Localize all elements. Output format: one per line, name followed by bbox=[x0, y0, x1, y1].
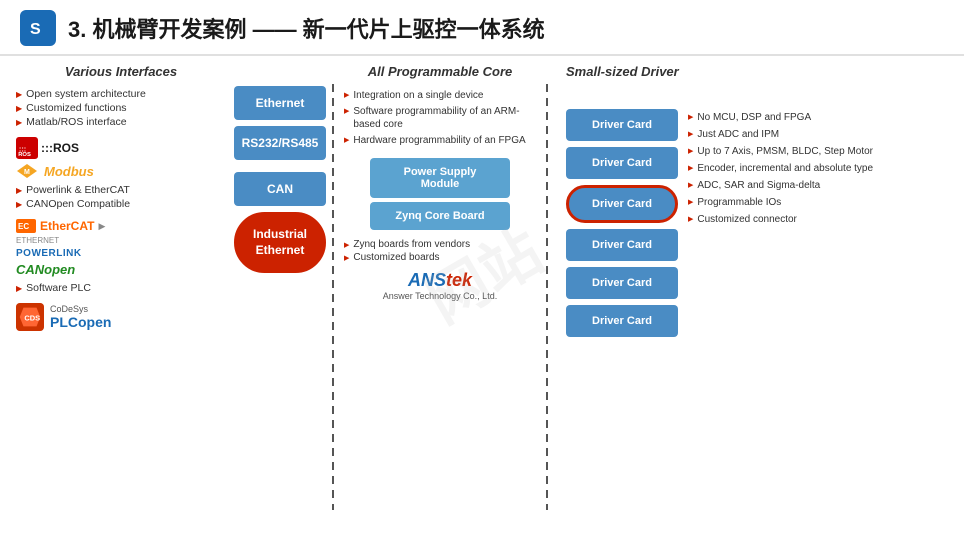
codesys-wrap: CDS CoDeSys PLCopen bbox=[16, 303, 226, 331]
prog-feature-item: Integration on a single device bbox=[344, 87, 536, 103]
feature-item: Open system architecture bbox=[16, 87, 226, 101]
driver-feature-item: Customized connector bbox=[688, 211, 948, 228]
ethercat-arrow: ▶ bbox=[98, 221, 105, 232]
interface-buttons-col: Ethernet RS232/RS485 CAN IndustrialEther… bbox=[226, 64, 326, 530]
codesys-name: CoDeSys bbox=[50, 304, 111, 314]
prog-features-list: Integration on a single device Software … bbox=[344, 87, 536, 148]
brand-logos: EC EtherCAT ▶ ETHERNET POWERLINK CANopen bbox=[16, 219, 226, 277]
ros-text: :::ROS bbox=[41, 141, 79, 155]
driver-card-3-highlighted[interactable]: Driver Card bbox=[566, 185, 678, 223]
software-plc-section: Software PLC CDS CoDeSys PLCopen bbox=[16, 281, 226, 331]
left-divider bbox=[332, 84, 334, 510]
anstek-logo: ANStek Answer Technology Co., Ltd. bbox=[344, 270, 536, 301]
zynq-core-box[interactable]: Zynq Core Board bbox=[370, 202, 510, 230]
driver-card-5[interactable]: Driver Card bbox=[566, 267, 678, 299]
software-plc-list: Software PLC bbox=[16, 281, 226, 295]
svg-text:CDS: CDS bbox=[24, 314, 40, 323]
industrial-ethernet-button[interactable]: IndustrialEthernet bbox=[234, 212, 326, 273]
left-col-title: Various Interfaces bbox=[16, 64, 226, 79]
modbus-logo-row: M Modbus bbox=[16, 163, 226, 179]
header: S 3. 机械臂开发案例 —— 新一代片上驱控一体系统 bbox=[0, 0, 964, 56]
left-column: Various Interfaces Open system architect… bbox=[16, 64, 226, 530]
ethernet-button[interactable]: Ethernet bbox=[234, 86, 326, 120]
driver-feature-item: ADC, SAR and Sigma-delta bbox=[688, 177, 948, 194]
driver-feature-item: Encoder, incremental and absolute type bbox=[688, 160, 948, 177]
more-features-list: Powerlink & EtherCAT CANOpen Compatible bbox=[16, 183, 226, 211]
driver-features-col: No MCU, DSP and FPGA Just ADC and IPM Up… bbox=[678, 87, 948, 337]
tek-text: tek bbox=[446, 270, 472, 290]
main-content: Various Interfaces Open system architect… bbox=[0, 56, 964, 538]
ethercat-label: EtherCAT bbox=[40, 219, 94, 233]
left-feature-list: Open system architecture Customized func… bbox=[16, 87, 226, 129]
ros-logo-row: ::: ROS :::ROS bbox=[16, 137, 226, 159]
right-divider bbox=[546, 84, 548, 510]
right-col-title: Small-sized Driver bbox=[558, 64, 948, 79]
driver-feature-item: Programmable IOs bbox=[688, 194, 948, 211]
codesys-label: CoDeSys PLCopen bbox=[50, 304, 111, 330]
ethernet-label: ETHERNET bbox=[16, 236, 59, 245]
core-diagram: Power SupplyModule Zynq Core Board bbox=[344, 158, 536, 230]
feature-item: CANOpen Compatible bbox=[16, 197, 226, 211]
middle-col-title: All Programmable Core bbox=[344, 64, 536, 79]
anstek-name: ANStek bbox=[344, 270, 536, 291]
modbus-icon: M bbox=[16, 163, 38, 179]
driver-cards-col: Driver Card Driver Card Driver Card Driv… bbox=[558, 87, 678, 337]
driver-feature-list: No MCU, DSP and FPGA Just ADC and IPM Up… bbox=[688, 109, 948, 228]
extra-features-list: Zynq boards from vendors Customized boar… bbox=[344, 238, 536, 264]
ethernet-powerlink-row: ETHERNET bbox=[16, 236, 226, 245]
feature-item: Matlab/ROS interface bbox=[16, 115, 226, 129]
can-button[interactable]: CAN bbox=[234, 172, 326, 206]
driver-card-2[interactable]: Driver Card bbox=[566, 147, 678, 179]
svg-text:ROS: ROS bbox=[18, 152, 31, 158]
ethercat-icon: EC bbox=[16, 219, 36, 233]
anstek-sub: Answer Technology Co., Ltd. bbox=[344, 291, 536, 301]
driver-card-1[interactable]: Driver Card bbox=[566, 109, 678, 141]
driver-feature-item: No MCU, DSP and FPGA bbox=[688, 109, 948, 126]
extra-feature-item: Zynq boards from vendors bbox=[344, 238, 536, 251]
ros-logo: ::: ROS :::ROS bbox=[16, 137, 79, 159]
driver-col-wrapper: Small-sized Driver Driver Card Driver Ca… bbox=[558, 64, 948, 530]
driver-content: Driver Card Driver Card Driver Card Driv… bbox=[558, 87, 948, 337]
ans-text: ANS bbox=[408, 270, 446, 290]
ros-icon: ::: ROS bbox=[16, 137, 38, 159]
canopen-logo: CANopen bbox=[16, 262, 226, 277]
ethercat-logo: EC EtherCAT ▶ bbox=[16, 219, 226, 233]
svg-text:M: M bbox=[24, 169, 30, 176]
driver-card-6[interactable]: Driver Card bbox=[566, 305, 678, 337]
prog-feature-item: Software programmability of an ARM-based… bbox=[344, 103, 536, 132]
software-plc-item: Software PLC bbox=[16, 281, 226, 295]
powerlink-logo: POWERLINK bbox=[16, 248, 226, 259]
codesys-icon: CDS bbox=[16, 303, 44, 331]
s-icon: S bbox=[26, 16, 50, 40]
driver-feature-item: Up to 7 Axis, PMSM, BLDC, Step Motor bbox=[688, 143, 948, 160]
prog-feature-item: Hardware programmability of an FPGA bbox=[344, 132, 536, 148]
plcopen-label: PLCopen bbox=[50, 314, 111, 330]
feature-item: Powerlink & EtherCAT bbox=[16, 183, 226, 197]
svg-text:S: S bbox=[30, 21, 41, 38]
feature-item: Customized functions bbox=[16, 101, 226, 115]
rs232-button[interactable]: RS232/RS485 bbox=[234, 126, 326, 160]
modbus-text: Modbus bbox=[44, 164, 94, 179]
driver-feature-item: Just ADC and IPM bbox=[688, 126, 948, 143]
power-supply-box[interactable]: Power SupplyModule bbox=[370, 158, 510, 198]
middle-column: All Programmable Core Integration on a s… bbox=[340, 64, 540, 530]
driver-card-4[interactable]: Driver Card bbox=[566, 229, 678, 261]
header-icon: S bbox=[20, 10, 56, 46]
svg-text:EC: EC bbox=[18, 222, 29, 231]
right-column: Small-sized Driver Driver Card Driver Ca… bbox=[554, 64, 948, 530]
page-title: 3. 机械臂开发案例 —— 新一代片上驱控一体系统 bbox=[68, 12, 545, 44]
extra-feature-item: Customized boards bbox=[344, 251, 536, 264]
